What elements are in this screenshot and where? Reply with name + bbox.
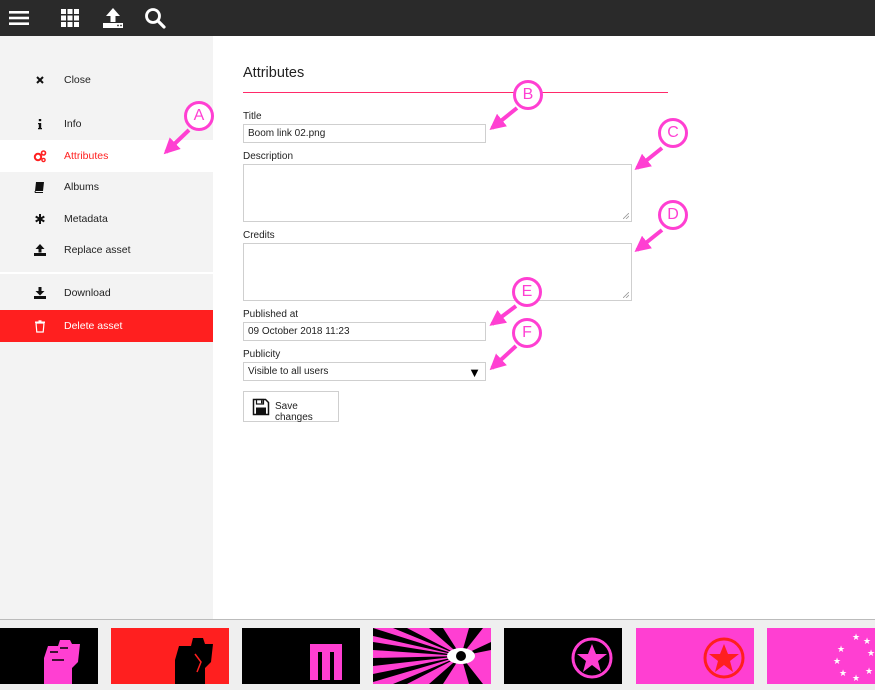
publicity-label: Publicity	[243, 349, 281, 360]
svg-text:★: ★	[833, 657, 841, 667]
thumbnail-fist-pink-on-black[interactable]	[0, 628, 98, 684]
sidebar-item-label: Albums	[64, 181, 100, 193]
published-at-input[interactable]	[243, 322, 486, 341]
thumbnail-letter-m-pink-on-black[interactable]	[242, 628, 360, 684]
credits-label: Credits	[243, 230, 275, 241]
sidebar-item-replace-asset[interactable]: Replace asset	[0, 234, 213, 266]
svg-text:★: ★	[865, 667, 873, 677]
sidebar-item-metadata[interactable]: Metadata	[0, 203, 213, 235]
sidebar-item-attributes[interactable]: Attributes	[0, 140, 213, 172]
caret-down-icon: ▼	[468, 365, 481, 380]
save-changes-label: Save changes	[275, 401, 313, 423]
svg-text:★: ★	[852, 674, 860, 684]
title-input[interactable]	[243, 124, 486, 143]
book-icon	[32, 179, 48, 195]
thumbnail-strip: ★ ★ ★ ★ ★ ★ ★ ★	[0, 619, 875, 690]
publicity-selected-value: Visible to all users	[248, 366, 329, 377]
svg-text:★: ★	[863, 637, 871, 647]
sidebar-item-label: Metadata	[64, 213, 108, 225]
page-title: Attributes	[243, 65, 305, 81]
resize-grip-icon[interactable]	[623, 213, 629, 219]
grid-icon[interactable]	[58, 6, 82, 30]
attributes-panel: Attributes Title Description Credits Pub…	[213, 36, 875, 619]
upload-icon[interactable]	[101, 6, 125, 30]
credits-textarea[interactable]	[243, 243, 632, 301]
description-textarea[interactable]	[243, 164, 632, 222]
sidebar-item-albums[interactable]: Albums	[0, 171, 213, 203]
sidebar-item-info[interactable]: Info	[0, 108, 213, 140]
thumbnail-star-circle-pink-on-black[interactable]	[504, 628, 622, 684]
menu-icon[interactable]	[7, 6, 31, 30]
top-toolbar	[0, 0, 875, 36]
sidebar-item-label: Delete asset	[64, 320, 123, 332]
sidebar-item-label: Replace asset	[64, 244, 131, 256]
close-icon	[32, 72, 48, 88]
save-changes-button[interactable]: Save changes	[243, 391, 339, 423]
sidebar-divider	[0, 272, 213, 274]
upload-icon	[32, 242, 48, 258]
callout-d: D	[658, 200, 688, 230]
published-at-label: Published at	[243, 309, 299, 320]
sidebar-item-delete-asset[interactable]: Delete asset	[0, 310, 213, 342]
sidebar-item-close[interactable]: Close	[0, 64, 213, 96]
callout-c: C	[658, 118, 688, 148]
sidebar-item-download[interactable]: Download	[0, 277, 213, 309]
description-label: Description	[243, 151, 294, 162]
thumbnail-fist-black-on-red[interactable]	[111, 628, 229, 684]
info-icon	[32, 116, 48, 132]
title-label: Title	[243, 111, 262, 122]
callout-e: E	[512, 277, 542, 307]
sidebar-item-label: Attributes	[64, 150, 109, 162]
search-icon[interactable]	[143, 6, 167, 30]
thumbnail-star-circle-red-on-pink[interactable]	[636, 628, 754, 684]
asterisk-icon	[32, 211, 48, 227]
sidebar: Close Info Attributes Albums Metadata Re…	[0, 36, 213, 619]
title-divider	[243, 92, 668, 93]
thumbnail-sunburst-eye[interactable]	[373, 628, 491, 684]
sidebar-item-label: Info	[64, 118, 82, 130]
sidebar-item-label: Close	[64, 74, 91, 86]
floppy-disk-icon	[252, 398, 270, 416]
svg-text:★: ★	[867, 649, 875, 659]
download-icon	[32, 285, 48, 301]
callout-a: A	[184, 101, 214, 131]
callout-f: F	[512, 318, 542, 348]
svg-text:★: ★	[837, 645, 845, 655]
svg-text:★: ★	[839, 669, 847, 679]
resize-grip-icon[interactable]	[623, 292, 629, 298]
publicity-select[interactable]: Visible to all users ▼	[243, 362, 486, 381]
trash-icon	[32, 318, 48, 334]
thumbnail-stars-circle-on-pink[interactable]: ★ ★ ★ ★ ★ ★ ★ ★	[767, 628, 875, 684]
sidebar-item-label: Download	[64, 287, 111, 299]
callout-b: B	[513, 80, 543, 110]
cogs-icon	[32, 148, 48, 164]
svg-text:★: ★	[852, 633, 860, 643]
